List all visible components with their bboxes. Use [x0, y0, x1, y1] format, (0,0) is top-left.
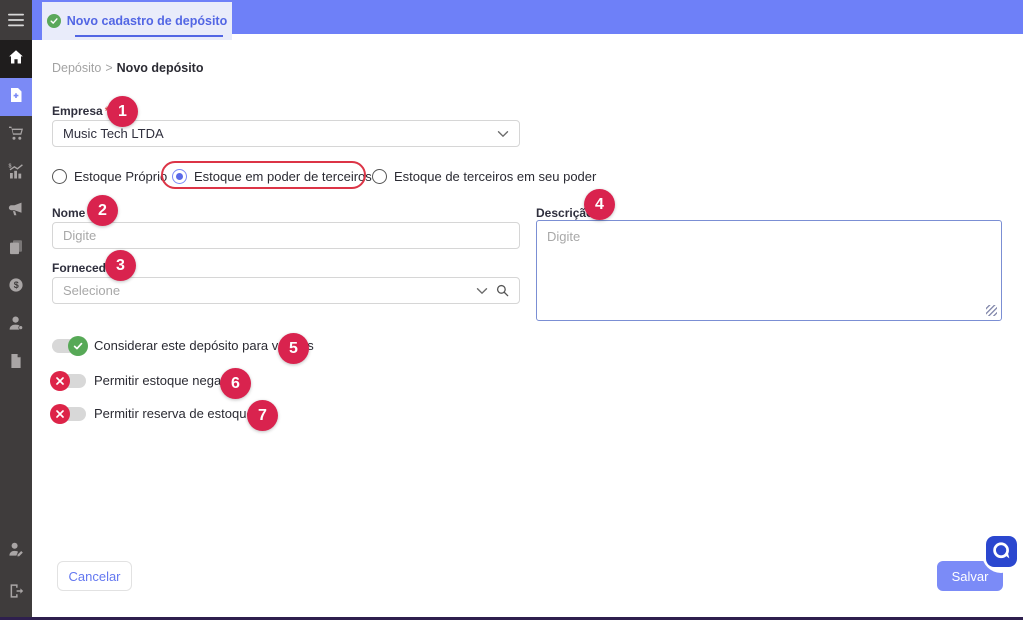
- radio-estoque-em-poder-de-terceiros[interactable]: Estoque em poder de terceiros: [172, 169, 372, 184]
- sidebar-item-finance[interactable]: $: [0, 268, 32, 306]
- chat-launcher[interactable]: [982, 535, 1020, 573]
- sidebar-item-customers[interactable]: [0, 306, 32, 344]
- sidebar-item-logout[interactable]: [0, 574, 32, 612]
- logout-icon: [8, 583, 24, 604]
- sidebar-item-account[interactable]: [0, 532, 32, 570]
- toggle-x-icon: [50, 371, 70, 391]
- dollar-coin-icon: $: [8, 277, 24, 298]
- tab-novo-cadastro-deposito[interactable]: Novo cadastro de depósito: [42, 2, 232, 40]
- search-icon[interactable]: [496, 284, 509, 297]
- nome-input[interactable]: [52, 222, 520, 249]
- toggle-row-considerar-vendas: Considerar este depósito para vendas: [52, 338, 314, 353]
- chat-bubble-icon: [986, 536, 1017, 572]
- svg-text:$: $: [9, 163, 12, 169]
- sidebar-item-marketing[interactable]: [0, 192, 32, 230]
- sidebar: $ $: [0, 0, 32, 620]
- chevron-down-icon[interactable]: [497, 130, 509, 138]
- sidebar-item-reports[interactable]: [0, 344, 32, 382]
- radio-circle[interactable]: [52, 169, 67, 184]
- user-edit-icon: [8, 541, 24, 562]
- toggle-check-icon: [68, 336, 88, 356]
- annotation-badge-3: 3: [105, 250, 136, 281]
- toggle-off[interactable]: [52, 374, 86, 388]
- empresa-label: Empresa*: [52, 104, 109, 118]
- descricao-textarea[interactable]: [536, 220, 1002, 321]
- sidebar-item-home[interactable]: [0, 40, 32, 78]
- menu-icon[interactable]: [0, 0, 32, 40]
- toggle-row-reserva-estoque: Permitir reserva de estoque i: [52, 406, 277, 421]
- nome-label: Nome: [52, 206, 85, 220]
- sidebar-item-new-document[interactable]: [0, 78, 32, 116]
- annotation-badge-5: 5: [278, 333, 309, 364]
- svg-text:$: $: [14, 280, 19, 290]
- sidebar-item-documents[interactable]: [0, 230, 32, 268]
- annotation-badge-4: 4: [584, 189, 615, 220]
- breadcrumb-separator: >: [105, 61, 112, 75]
- annotation-badge-7: 7: [247, 400, 278, 431]
- shopping-cart-icon: [8, 125, 24, 146]
- radio-circle[interactable]: [372, 169, 387, 184]
- cancel-button[interactable]: Cancelar: [57, 561, 132, 591]
- breadcrumb: Depósito > Novo depósito: [52, 61, 203, 75]
- tab-success-check-icon: [47, 14, 61, 28]
- breadcrumb-parent[interactable]: Depósito: [52, 61, 101, 75]
- sidebar-item-purchases[interactable]: [0, 116, 32, 154]
- file-icon: [8, 353, 24, 374]
- empresa-value: Music Tech LTDA: [63, 126, 489, 141]
- sidebar-item-sales[interactable]: $: [0, 154, 32, 192]
- tab-active-underline: [75, 35, 223, 37]
- chevron-down-icon[interactable]: [476, 287, 488, 295]
- fornecedor-placeholder: Selecione: [63, 283, 468, 298]
- file-plus-icon: [8, 87, 24, 108]
- annotation-badge-6: 6: [220, 368, 251, 399]
- radio-circle-checked[interactable]: [172, 169, 187, 184]
- documents-icon: [8, 239, 24, 260]
- home-icon: [8, 49, 24, 70]
- user-icon: [8, 315, 24, 336]
- radio-estoque-de-terceiros-em-seu-poder[interactable]: Estoque de terceiros em seu poder: [372, 169, 596, 184]
- toggle-off[interactable]: [52, 407, 86, 421]
- toggle-row-estoque-negativo: Permitir estoque negativo: [52, 373, 241, 388]
- annotation-badge-2: 2: [87, 195, 118, 226]
- fornecedor-select[interactable]: Selecione: [52, 277, 520, 304]
- radio-estoque-proprio[interactable]: Estoque Próprio: [52, 169, 167, 184]
- toggle-on[interactable]: [52, 339, 86, 353]
- tab-label: Novo cadastro de depósito: [67, 14, 227, 28]
- sales-chart-icon: $: [8, 163, 24, 184]
- toggle-x-icon: [50, 404, 70, 424]
- app-window: Novo cadastro de depósito $ $: [0, 0, 1023, 620]
- megaphone-icon: [8, 201, 24, 222]
- annotation-badge-1: 1: [107, 96, 138, 127]
- breadcrumb-current: Novo depósito: [117, 61, 204, 75]
